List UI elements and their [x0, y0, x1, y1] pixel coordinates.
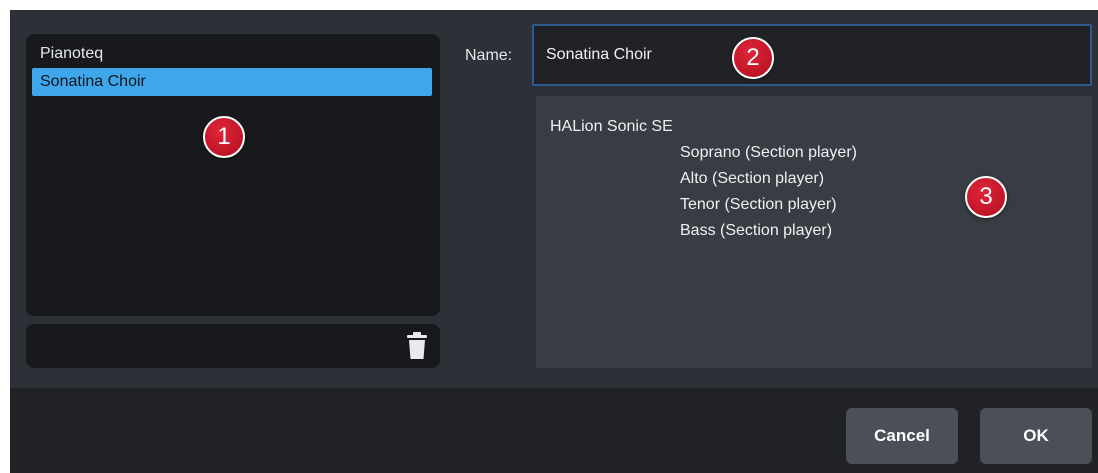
- player-item: Bass (Section player): [680, 222, 833, 239]
- endpoint-details-panel: HALion Sonic SE Soprano (Section player)…: [536, 96, 1092, 368]
- endpoint-setup-dialog: Pianoteq Sonatina Choir Name: HALion Son…: [10, 10, 1098, 473]
- preset-list: Pianoteq Sonatina Choir: [26, 34, 440, 316]
- list-item-sonatina-choir[interactable]: Sonatina Choir: [32, 68, 432, 96]
- instrument-name: HALion Sonic SE: [550, 118, 673, 135]
- list-toolbar: [26, 324, 440, 368]
- ok-button[interactable]: OK: [980, 408, 1092, 464]
- name-input[interactable]: [532, 24, 1092, 86]
- player-item: Soprano (Section player): [680, 144, 857, 161]
- player-item: Tenor (Section player): [680, 196, 837, 213]
- trash-icon[interactable]: [406, 332, 428, 360]
- cancel-button[interactable]: Cancel: [846, 408, 958, 464]
- callout-badge-2: 2: [732, 37, 774, 79]
- callout-badge-1: 1: [203, 116, 245, 158]
- dialog-footer: Cancel OK: [10, 388, 1098, 473]
- player-item: Alto (Section player): [680, 170, 825, 187]
- callout-badge-3: 3: [965, 176, 1007, 218]
- list-item-pianoteq[interactable]: Pianoteq: [32, 40, 432, 68]
- name-label: Name:: [465, 47, 513, 64]
